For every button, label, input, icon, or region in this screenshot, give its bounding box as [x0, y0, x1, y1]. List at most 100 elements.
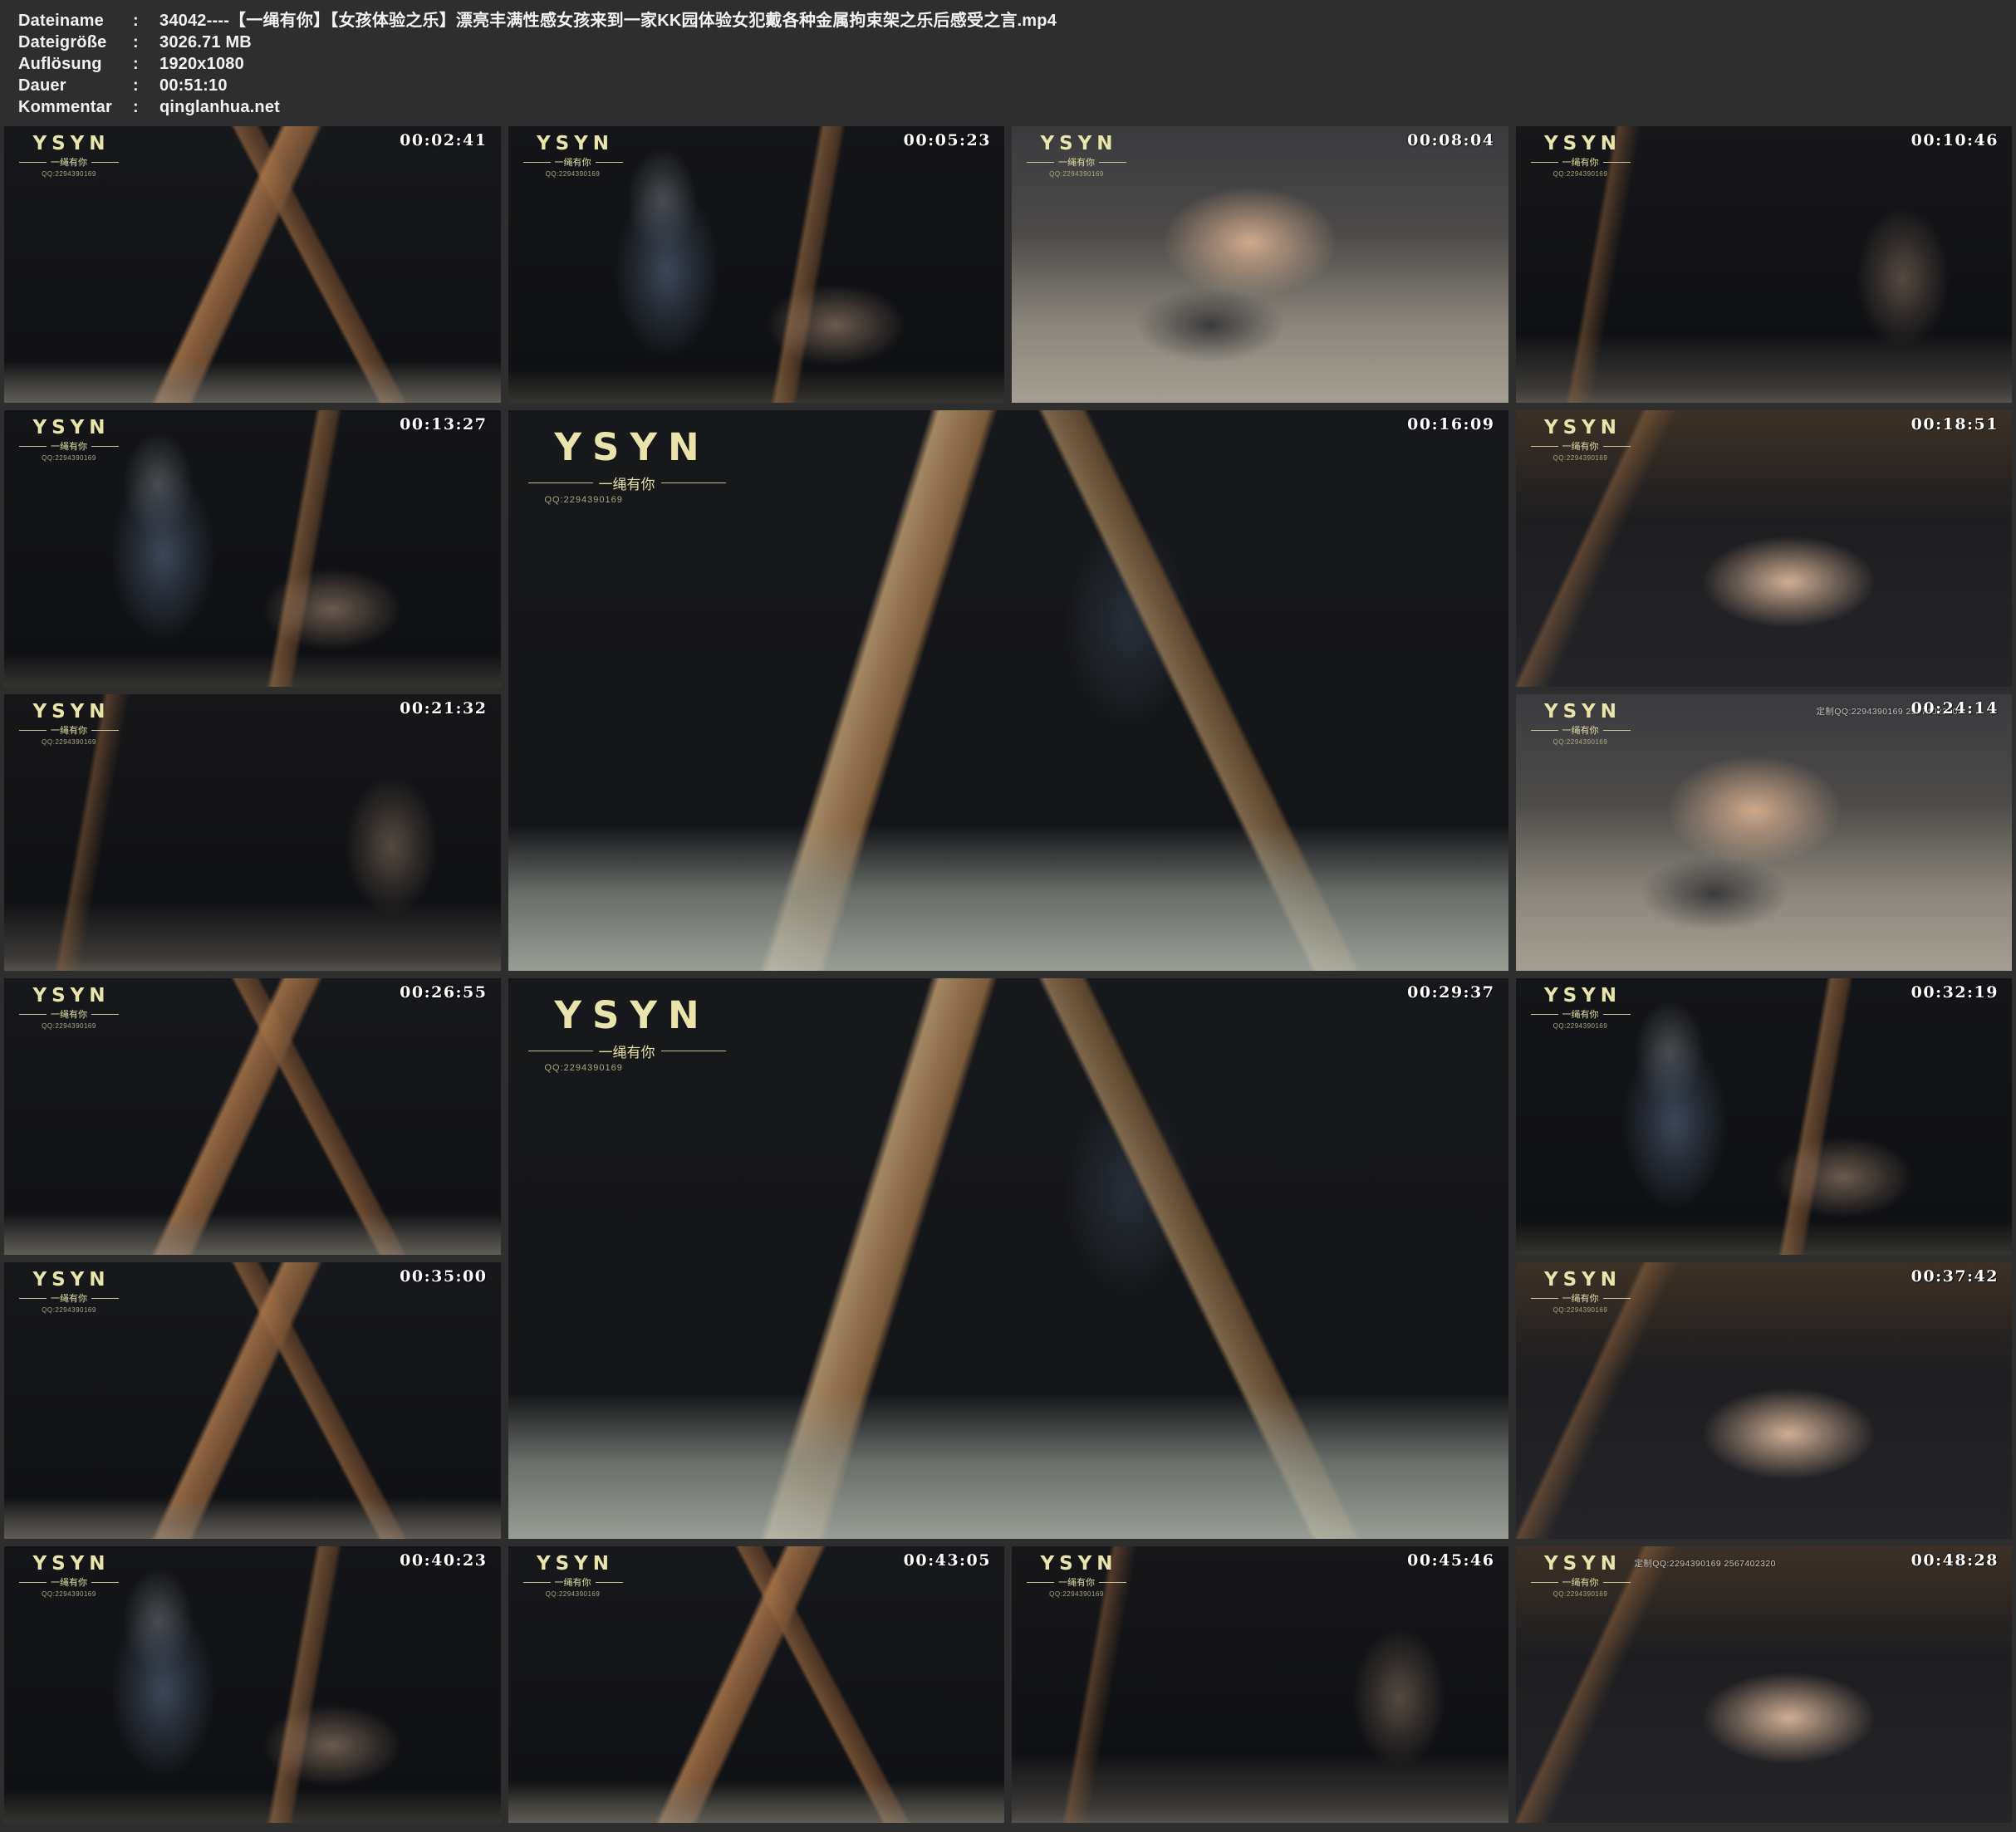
brand-subtitle: 一绳有你	[1027, 155, 1126, 169]
brand-qq: QQ:2294390169	[1027, 1590, 1126, 1598]
meta-separator: :	[133, 10, 159, 32]
ysyn-logo-watermark: YSYN 一绳有你 QQ:2294390169	[19, 701, 119, 746]
meta-label: Dateigröße	[18, 32, 133, 53]
brand-text: YSYN	[528, 425, 737, 469]
video-thumbnail: YSYN 一绳有你 QQ:2294390169 00:32:19	[1516, 978, 2013, 1255]
ysyn-logo-watermark: YSYN 一绳有你 QQ:2294390169	[1027, 1553, 1126, 1598]
brand-qq: QQ:2294390169	[523, 1590, 623, 1598]
brand-subtitle: 一绳有你	[1531, 439, 1631, 453]
ysyn-logo-watermark: YSYN 一绳有你 QQ:2294390169	[528, 993, 726, 1073]
brand-subtitle: 一绳有你	[528, 473, 726, 493]
brand-text: YSYN	[523, 133, 628, 154]
meta-value-comment: qinglanhua.net	[159, 96, 2016, 118]
timestamp-overlay: 00:13:27	[400, 415, 487, 434]
brand-qq: QQ:2294390169	[19, 738, 119, 746]
meta-separator: :	[133, 96, 159, 118]
brand-qq: QQ:2294390169	[528, 495, 726, 505]
ysyn-logo-watermark: YSYN 一绳有你 QQ:2294390169	[1531, 1269, 1631, 1314]
brand-subtitle: 一绳有你	[1531, 155, 1631, 169]
timestamp-overlay: 00:05:23	[904, 131, 991, 149]
brand-text: YSYN	[19, 985, 124, 1007]
timestamp-overlay: 00:26:55	[400, 983, 487, 1002]
ysyn-logo-watermark: YSYN 一绳有你 QQ:2294390169	[528, 425, 726, 505]
meta-value-duration: 00:51:10	[159, 75, 2016, 96]
ysyn-logo-watermark: YSYN 一绳有你 QQ:2294390169	[19, 1553, 119, 1598]
brand-subtitle: 一绳有你	[1531, 723, 1631, 737]
video-thumbnail: YSYN 一绳有你 QQ:2294390169 00:10:46	[1516, 126, 2013, 403]
brand-text: YSYN	[1531, 417, 1636, 438]
brand-text: YSYN	[1531, 1269, 1636, 1291]
timestamp-overlay: 00:16:09	[1407, 415, 1494, 434]
timestamp-overlay: 00:37:42	[1911, 1267, 1999, 1286]
meta-value-resolution: 1920x1080	[159, 53, 2016, 75]
thumbnail-grid: YSYN 一绳有你 QQ:2294390169 00:02:41 YSYN 一绳…	[4, 126, 2012, 1823]
video-thumbnail: YSYN 一绳有你 QQ:2294390169 00:40:23	[4, 1546, 501, 1823]
brand-qq: QQ:2294390169	[1531, 1022, 1631, 1030]
video-thumbnail: YSYN 一绳有你 QQ:2294390169 00:02:41	[4, 126, 501, 403]
video-thumbnail: YSYN 一绳有你 QQ:2294390169 00:45:46	[1012, 1546, 1508, 1823]
ysyn-logo-watermark: YSYN 一绳有你 QQ:2294390169	[523, 1553, 623, 1598]
brand-text: YSYN	[19, 417, 124, 438]
brand-qq: QQ:2294390169	[1531, 454, 1631, 462]
meta-value-filename: 34042----【一绳有你】【女孩体验之乐】漂亮丰满性感女孩来到一家KK园体验…	[159, 10, 2016, 32]
video-thumbnail: YSYN 一绳有你 QQ:2294390169 00:18:51	[1516, 410, 2013, 687]
timestamp-overlay: 00:48:28	[1911, 1551, 1999, 1570]
video-thumbnail: YSYN 一绳有你 QQ:2294390169 00:26:55	[4, 978, 501, 1255]
brand-text: YSYN	[19, 1553, 124, 1575]
meta-separator: :	[133, 75, 159, 96]
brand-subtitle: 一绳有你	[1027, 1575, 1126, 1589]
brand-qq: QQ:2294390169	[19, 454, 119, 462]
timestamp-overlay: 00:45:46	[1407, 1551, 1494, 1570]
ysyn-logo-watermark: YSYN 一绳有你 QQ:2294390169	[523, 133, 623, 178]
brand-text: YSYN	[1531, 133, 1636, 154]
brand-qq: QQ:2294390169	[1027, 170, 1126, 178]
brand-subtitle: 一绳有你	[523, 155, 623, 169]
ysyn-logo-watermark: YSYN 一绳有你 QQ:2294390169	[19, 985, 119, 1030]
contact-watermark: 定制QQ:2294390169 2567402320	[1635, 1557, 1776, 1570]
file-info-header: Dateiname : 34042----【一绳有你】【女孩体验之乐】漂亮丰满性…	[0, 0, 2016, 126]
brand-subtitle: 一绳有你	[1531, 1007, 1631, 1021]
video-thumbnail: YSYN 一绳有你 QQ:2294390169 00:13:27	[4, 410, 501, 687]
meta-value-filesize: 3026.71 MB	[159, 32, 2016, 53]
brand-qq: QQ:2294390169	[19, 1590, 119, 1598]
video-thumbnail: YSYN 一绳有你 QQ:2294390169 定制QQ:2294390169 …	[1516, 694, 2013, 971]
brand-text: YSYN	[19, 133, 124, 154]
timestamp-overlay: 00:24:14	[1911, 699, 1999, 718]
ysyn-logo-watermark: YSYN 一绳有你 QQ:2294390169	[1531, 133, 1631, 178]
brand-qq: QQ:2294390169	[1531, 738, 1631, 746]
brand-subtitle: 一绳有你	[523, 1575, 623, 1589]
video-thumbnail: YSYN 一绳有你 QQ:2294390169 00:05:23	[508, 126, 1005, 403]
timestamp-overlay: 00:10:46	[1911, 131, 1999, 149]
meta-row-dauer: Dauer : 00:51:10	[18, 75, 2016, 96]
timestamp-overlay: 00:29:37	[1407, 983, 1494, 1002]
brand-text: YSYN	[528, 993, 737, 1037]
meta-row-aufloesung: Auflösung : 1920x1080	[18, 53, 2016, 75]
video-thumbnail: YSYN 一绳有你 QQ:2294390169 定制QQ:2294390169 …	[1516, 1546, 2013, 1823]
video-contact-sheet: Dateiname : 34042----【一绳有你】【女孩体验之乐】漂亮丰满性…	[0, 0, 2016, 1832]
meta-separator: :	[133, 32, 159, 53]
ysyn-logo-watermark: YSYN 一绳有你 QQ:2294390169	[19, 1269, 119, 1314]
brand-subtitle: 一绳有你	[19, 155, 119, 169]
brand-text: YSYN	[19, 701, 124, 723]
brand-qq: QQ:2294390169	[1531, 1306, 1631, 1314]
meta-label: Dauer	[18, 75, 133, 96]
brand-text: YSYN	[1027, 1553, 1131, 1575]
meta-row-dateiname: Dateiname : 34042----【一绳有你】【女孩体验之乐】漂亮丰满性…	[18, 10, 2016, 32]
brand-qq: QQ:2294390169	[1531, 1590, 1631, 1598]
brand-text: YSYN	[1531, 701, 1636, 723]
brand-qq: QQ:2294390169	[528, 1063, 726, 1073]
ysyn-logo-watermark: YSYN 一绳有你 QQ:2294390169	[1027, 133, 1126, 178]
brand-text: YSYN	[523, 1553, 628, 1575]
timestamp-overlay: 00:35:00	[400, 1267, 487, 1286]
video-thumbnail: YSYN 一绳有你 QQ:2294390169 00:08:04	[1012, 126, 1508, 403]
brand-text: YSYN	[1531, 1553, 1636, 1575]
timestamp-overlay: 00:08:04	[1407, 131, 1494, 149]
video-thumbnail: YSYN 一绳有你 QQ:2294390169 00:37:42	[1516, 1262, 2013, 1539]
brand-qq: QQ:2294390169	[19, 1306, 119, 1314]
brand-qq: QQ:2294390169	[19, 1022, 119, 1030]
ysyn-logo-watermark: YSYN 一绳有你 QQ:2294390169	[1531, 417, 1631, 462]
brand-text: YSYN	[1027, 133, 1131, 154]
video-thumbnail-large: YSYN 一绳有你 QQ:2294390169 00:16:09	[508, 410, 1508, 971]
brand-subtitle: 一绳有你	[1531, 1291, 1631, 1305]
brand-qq: QQ:2294390169	[19, 170, 119, 178]
